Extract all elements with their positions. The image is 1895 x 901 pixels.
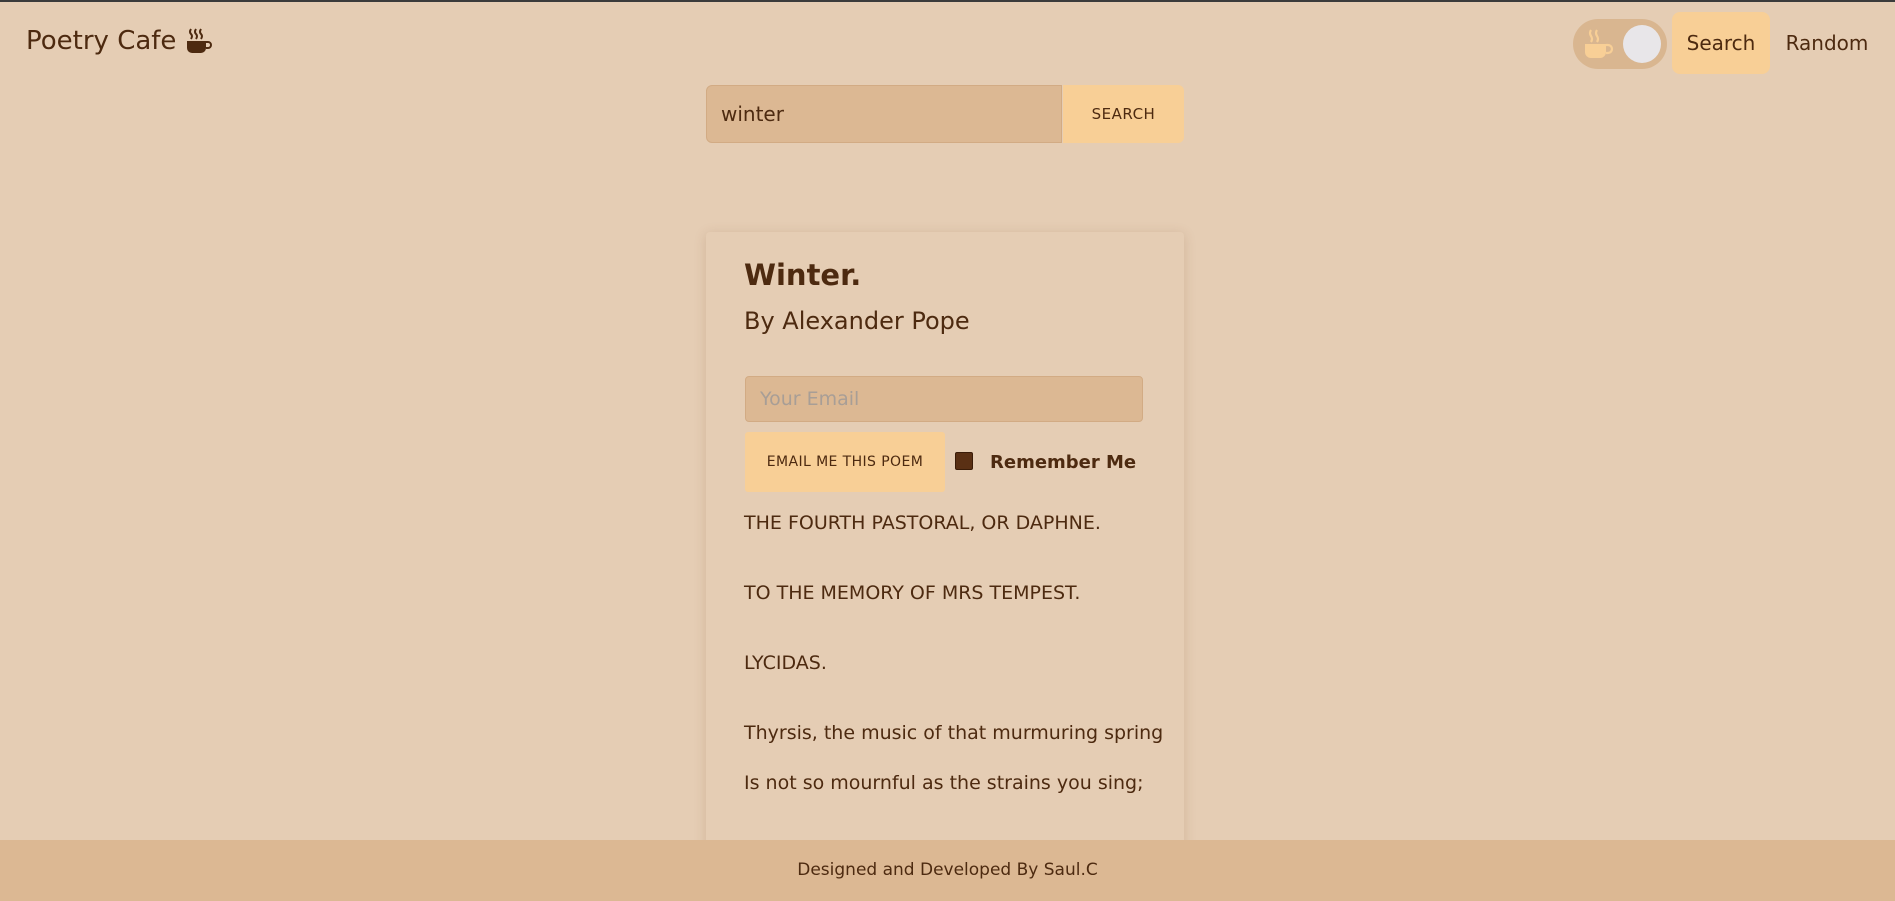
brand-title: Poetry Cafe	[26, 26, 177, 56]
window-top-border	[0, 0, 1895, 2]
footer: Designed and Developed By Saul.C	[0, 840, 1895, 901]
coffee-cup-icon	[184, 27, 213, 55]
coffee-cup-icon	[1581, 27, 1615, 65]
poem-card: Winter. By Alexander Pope EMAIL ME THIS …	[706, 232, 1184, 901]
toggle-knob[interactable]	[1623, 25, 1661, 63]
poem-line: TO THE MEMORY OF MRS TEMPEST.	[744, 582, 1081, 604]
email-poem-button[interactable]: EMAIL ME THIS POEM	[745, 432, 945, 492]
poem-author: By Alexander Pope	[744, 307, 970, 335]
poem-line: THE FOURTH PASTORAL, OR DAPHNE.	[744, 512, 1101, 534]
email-field[interactable]	[745, 376, 1143, 422]
nav-random-link[interactable]: Random	[1780, 12, 1874, 74]
search-input[interactable]	[706, 85, 1062, 143]
footer-credit: Designed and Developed By Saul.C	[797, 860, 1098, 880]
poem-line: Is not so mournful as the strains you si…	[744, 772, 1144, 794]
remember-me-label[interactable]: Remember Me	[990, 452, 1136, 473]
poem-line: Thyrsis, the music of that murmuring spr…	[744, 722, 1164, 744]
poem-line: LYCIDAS.	[744, 652, 827, 674]
theme-toggle[interactable]	[1573, 19, 1667, 69]
poem-title: Winter.	[744, 258, 862, 292]
nav-search-link[interactable]: Search	[1672, 12, 1770, 74]
search-button[interactable]: SEARCH	[1063, 85, 1184, 143]
brand-link[interactable]: Poetry Cafe	[26, 26, 213, 56]
remember-me-checkbox[interactable]	[955, 452, 973, 470]
